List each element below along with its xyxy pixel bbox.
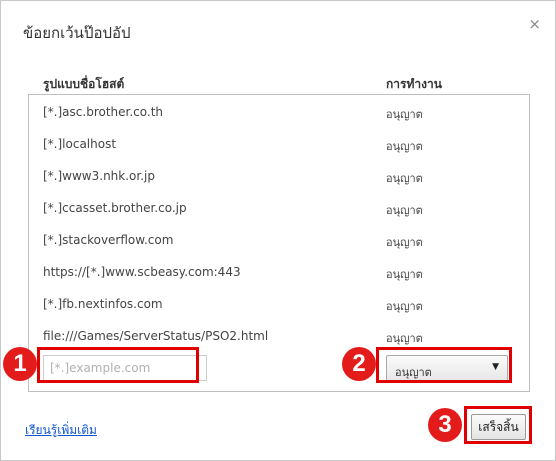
- action-value: อนุญาต: [386, 332, 423, 345]
- column-header-action: การทำงาน: [386, 77, 442, 91]
- action-value: อนุญาต: [386, 268, 423, 281]
- host-pattern: [*.]www3.nhk.or.jp: [43, 169, 155, 183]
- learn-more-link[interactable]: เรียนรู้เพิ่มเติม: [25, 421, 97, 440]
- popup-exceptions-dialog: ข้อยกเว้นป๊อปอัป × รูปแบบชื่อโฮสต์ การทำ…: [0, 0, 556, 461]
- close-icon[interactable]: ×: [528, 15, 541, 33]
- dialog-title: ข้อยกเว้นป๊อปอัป: [23, 24, 131, 42]
- action-value: อนุญาต: [386, 172, 423, 185]
- host-pattern: [*.]localhost: [43, 137, 117, 151]
- host-pattern: https://[*.]www.scbeasy.com:443: [43, 265, 241, 279]
- action-value: อนุญาต: [386, 140, 423, 153]
- annotation-badge-2: 2: [342, 347, 376, 381]
- list-item[interactable]: [*.]www3.nhk.or.jp อนุญาต: [29, 159, 529, 191]
- list-item[interactable]: [*.]fb.nextinfos.com อนุญาต: [29, 287, 529, 319]
- host-pattern: [*.]fb.nextinfos.com: [43, 297, 163, 311]
- highlight-box-1: [37, 347, 199, 383]
- host-pattern: [*.]asc.brother.co.th: [43, 105, 164, 119]
- host-pattern: file:///Games/ServerStatus/PSO2.html: [43, 329, 269, 343]
- highlight-box-3: [464, 406, 532, 444]
- column-header-host-pattern: รูปแบบชื่อโฮสต์: [43, 77, 125, 91]
- list-item[interactable]: [*.]ccasset.brother.co.jp อนุญาต: [29, 191, 529, 223]
- action-value: อนุญาต: [386, 300, 423, 313]
- list-item[interactable]: https://[*.]www.scbeasy.com:443 อนุญาต: [29, 255, 529, 287]
- host-pattern: [*.]ccasset.brother.co.jp: [43, 201, 187, 215]
- annotation-badge-1: 1: [3, 347, 37, 381]
- annotation-badge-3: 3: [428, 408, 462, 442]
- action-value: อนุญาต: [386, 204, 423, 217]
- action-value: อนุญาต: [386, 108, 423, 121]
- list-item[interactable]: [*.]localhost อนุญาต: [29, 127, 529, 159]
- action-value: อนุญาต: [386, 236, 423, 249]
- host-pattern: [*.]stackoverflow.com: [43, 233, 174, 247]
- list-item[interactable]: [*.]asc.brother.co.th อนุญาต: [29, 95, 529, 127]
- highlight-box-2: [376, 347, 512, 383]
- list-item[interactable]: [*.]stackoverflow.com อนุญาต: [29, 223, 529, 255]
